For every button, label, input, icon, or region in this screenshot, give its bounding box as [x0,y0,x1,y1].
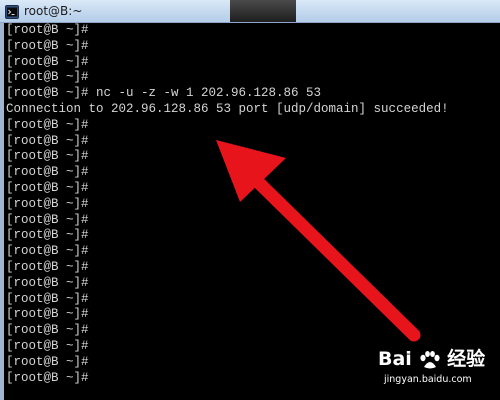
terminal-prompt-line: [root@B ~]# [6,117,89,132]
terminal-prompt-line: [root@B ~]# [6,23,89,37]
terminal-prompt-line: [root@B ~]# [6,149,89,164]
terminal-prompt-line: [root@B ~]# [6,133,89,148]
terminal-prompt-line: [root@B ~]# [6,307,89,322]
terminal-prompt-line: [root@B ~]# [6,259,89,274]
terminal-prompt-line: [root@B ~]# [6,370,89,385]
window-title: root@B:~ [24,4,83,18]
terminal-window: root@B:~ [root@B ~]# [root@B ~]# [root@B ~… [0,0,500,400]
terminal-prompt-line: [root@B ~]# [6,180,89,195]
terminal-prompt-line: [root@B ~]# [6,228,89,243]
terminal-prompt-line: [root@B ~]# [6,38,89,53]
terminal-prompt-line: [root@B ~]# [6,291,89,306]
terminal-output-line: Connection to 202.96.128.86 53 port [udp… [6,101,449,116]
terminal-prompt-line: [root@B ~]# [6,244,89,259]
terminal-prompt-line: [root@B ~]# [6,54,89,69]
title-bar[interactable]: root@B:~ [0,0,500,23]
terminal-command-line: [root@B ~]# nc -u -z -w 1 202.96.128.86 … [6,86,322,101]
terminal-prompt-line: [root@B ~]# [6,275,89,290]
terminal-prompt-line: [root@B ~]# [6,212,89,227]
terminal-prompt-line: [root@B ~]# [6,338,89,353]
terminal-prompt-line: [root@B ~]# [6,354,89,369]
terminal-output[interactable]: [root@B ~]# [root@B ~]# [root@B ~]# [root@B… [4,23,500,400]
title-bar-dark-region [230,0,296,22]
terminal-prompt-line: [root@B ~]# [6,196,89,211]
terminal-prompt-line: [root@B ~]# [6,70,89,85]
terminal-app-icon[interactable] [5,4,19,19]
terminal-prompt-line: [root@B ~]# [6,165,89,180]
terminal-prompt-line: [root@B ~]# [6,323,89,338]
